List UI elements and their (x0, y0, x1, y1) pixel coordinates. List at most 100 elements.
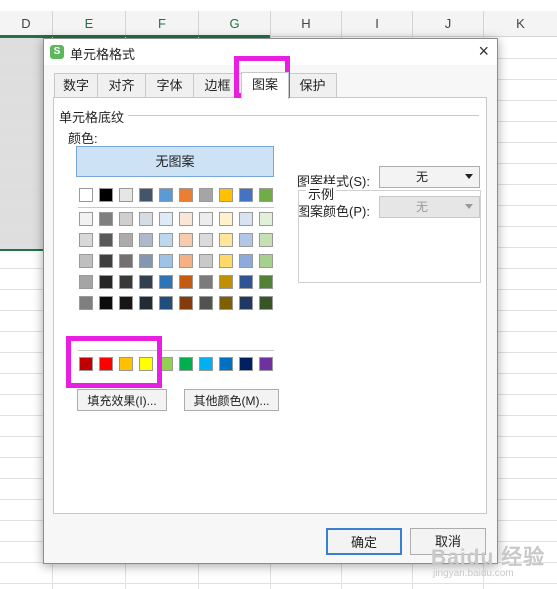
grid-row-line (0, 583, 557, 584)
format-cells-dialog: S 单元格格式 × 数字 对齐 字体 边框 图案 保护 单元格底纹 颜色: 无图… (43, 38, 498, 564)
color-swatch[interactable] (179, 357, 193, 371)
column-header-j[interactable]: J (413, 11, 484, 36)
color-swatch[interactable] (199, 188, 213, 202)
color-swatch[interactable] (99, 296, 113, 310)
column-header-g[interactable]: G (199, 11, 271, 36)
color-swatch[interactable] (179, 275, 193, 289)
color-swatch[interactable] (119, 275, 133, 289)
color-swatch[interactable] (139, 296, 153, 310)
color-swatch[interactable] (159, 357, 173, 371)
tab-alignment[interactable]: 对齐 (97, 73, 146, 98)
color-swatch[interactable] (119, 296, 133, 310)
tab-protection[interactable]: 保护 (288, 73, 337, 98)
color-swatch[interactable] (239, 357, 253, 371)
color-swatch[interactable] (219, 254, 233, 268)
color-swatch[interactable] (219, 188, 233, 202)
color-swatch[interactable] (99, 212, 113, 226)
color-swatch[interactable] (139, 212, 153, 226)
color-swatch[interactable] (99, 357, 113, 371)
dialog-title: 单元格格式 (70, 47, 136, 62)
pattern-style-select[interactable]: 无 (379, 166, 480, 188)
color-swatch[interactable] (79, 275, 93, 289)
color-swatch[interactable] (79, 212, 93, 226)
palette-separator (78, 350, 274, 351)
color-swatch[interactable] (239, 212, 253, 226)
color-swatch[interactable] (199, 212, 213, 226)
color-swatch[interactable] (79, 296, 93, 310)
watermark-subtext: jingyan.baidu.com (433, 568, 514, 579)
color-swatch[interactable] (239, 275, 253, 289)
tab-font[interactable]: 字体 (145, 73, 194, 98)
color-swatch[interactable] (259, 188, 273, 202)
color-swatch[interactable] (179, 212, 193, 226)
color-swatch[interactable] (199, 275, 213, 289)
color-swatch[interactable] (239, 254, 253, 268)
color-swatch[interactable] (119, 188, 133, 202)
color-swatch[interactable] (99, 275, 113, 289)
baidu-watermark-logo: Baidu 经验 jingyan.baidu.com (425, 533, 557, 583)
color-swatch[interactable] (199, 233, 213, 247)
column-header-f[interactable]: F (126, 11, 199, 36)
color-swatch[interactable] (79, 357, 93, 371)
column-header-k[interactable]: K (484, 11, 557, 36)
close-icon[interactable]: × (478, 41, 489, 62)
color-swatch[interactable] (219, 275, 233, 289)
color-swatch[interactable] (179, 188, 193, 202)
color-swatch[interactable] (119, 233, 133, 247)
color-swatch[interactable] (219, 357, 233, 371)
color-swatch[interactable] (259, 357, 273, 371)
color-swatch[interactable] (159, 212, 173, 226)
color-swatch[interactable] (259, 275, 273, 289)
color-swatch[interactable] (139, 188, 153, 202)
more-colors-button[interactable]: 其他颜色(M)... (184, 389, 279, 411)
tab-number[interactable]: 数字 (54, 73, 98, 98)
color-swatch[interactable] (79, 233, 93, 247)
color-swatch[interactable] (219, 233, 233, 247)
color-swatch[interactable] (159, 296, 173, 310)
color-swatch[interactable] (119, 254, 133, 268)
color-swatch[interactable] (179, 233, 193, 247)
color-swatch[interactable] (99, 233, 113, 247)
column-header-h[interactable]: H (271, 11, 342, 36)
color-swatch[interactable] (239, 233, 253, 247)
color-swatch[interactable] (259, 254, 273, 268)
color-swatch[interactable] (259, 212, 273, 226)
dialog-titlebar[interactable]: S 单元格格式 × (44, 39, 497, 65)
color-swatch[interactable] (159, 188, 173, 202)
sample-label: 示例 (306, 184, 337, 203)
column-header-d[interactable]: D (0, 11, 53, 36)
column-header-i[interactable]: I (342, 11, 413, 36)
color-swatch[interactable] (219, 212, 233, 226)
color-swatch[interactable] (139, 233, 153, 247)
color-swatch[interactable] (139, 357, 153, 371)
color-swatch[interactable] (139, 275, 153, 289)
color-swatch[interactable] (99, 254, 113, 268)
color-swatch[interactable] (259, 296, 273, 310)
color-swatch[interactable] (159, 233, 173, 247)
color-swatch[interactable] (239, 296, 253, 310)
color-swatch[interactable] (199, 296, 213, 310)
color-label: 颜色: (68, 131, 98, 146)
fill-effects-button[interactable]: 填充效果(I)... (77, 389, 167, 411)
color-swatch[interactable] (179, 296, 193, 310)
color-swatch[interactable] (199, 357, 213, 371)
color-swatch[interactable] (79, 254, 93, 268)
no-pattern-button[interactable]: 无图案 (76, 146, 274, 177)
tab-border[interactable]: 边框 (193, 73, 242, 98)
color-swatch[interactable] (199, 254, 213, 268)
column-header-e[interactable]: E (53, 11, 126, 36)
color-swatch[interactable] (79, 188, 93, 202)
color-swatch[interactable] (259, 233, 273, 247)
color-swatch[interactable] (159, 275, 173, 289)
color-swatch[interactable] (139, 254, 153, 268)
tab-pattern[interactable]: 图案 (241, 72, 289, 99)
ok-button[interactable]: 确定 (326, 528, 402, 555)
color-swatch[interactable] (159, 254, 173, 268)
color-swatch[interactable] (119, 357, 133, 371)
color-swatch[interactable] (99, 188, 113, 202)
color-swatch[interactable] (119, 212, 133, 226)
color-swatch[interactable] (179, 254, 193, 268)
color-swatch[interactable] (219, 296, 233, 310)
cell-shading-group-title: 单元格底纹 (59, 107, 129, 126)
color-swatch[interactable] (239, 188, 253, 202)
